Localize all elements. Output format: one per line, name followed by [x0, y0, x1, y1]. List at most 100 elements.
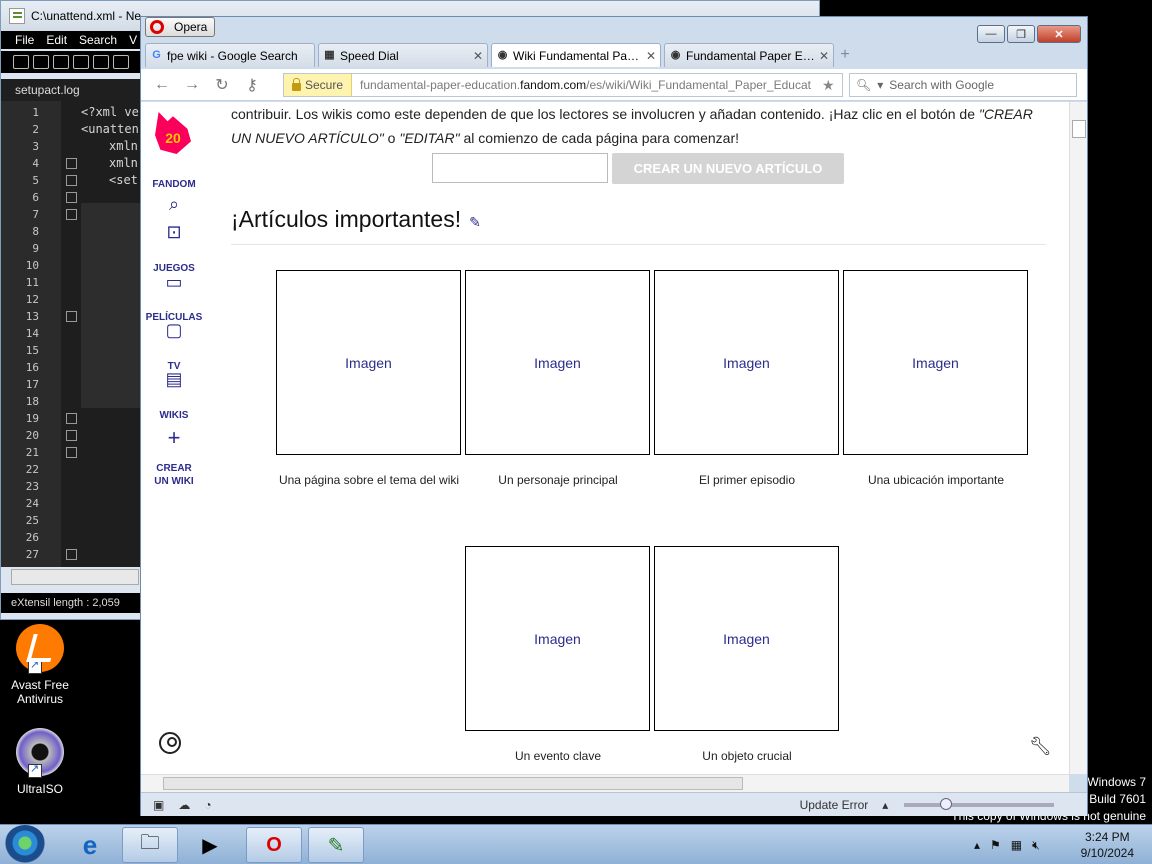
reload-icon[interactable]: ↻ [207, 75, 237, 95]
fold-marker-icon[interactable] [66, 430, 77, 441]
clock[interactable]: 3:24 PM 9/10/2024 [1081, 829, 1134, 861]
zoom-slider-thumb[interactable] [940, 797, 953, 810]
line-number: 25 [25, 514, 39, 527]
close-icon[interactable] [93, 55, 109, 69]
gamepad-icon: ⊡ [166, 222, 182, 242]
rail-wikis-link[interactable]: WIKIS [141, 409, 207, 422]
gallery-image-placeholder[interactable]: Imagen [276, 270, 461, 455]
secure-badge[interactable]: Secure [284, 74, 353, 96]
cloud-icon[interactable]: ☁ [178, 798, 190, 812]
section-heading: ¡Artículos importantes! ✎ [231, 206, 481, 233]
rail-fandom-link[interactable]: FANDOM [141, 178, 207, 191]
tab-close-icon[interactable]: ✕ [646, 49, 656, 63]
volume-muted-icon[interactable]: 🔇︎ [1032, 838, 1040, 853]
gallery-image-placeholder[interactable]: Imagen [465, 546, 650, 731]
desktop-icon-label: Avast Free Antivirus [11, 678, 69, 706]
fold-marker-icon[interactable] [66, 209, 77, 220]
horizontal-scrollbar[interactable] [141, 774, 1069, 792]
zoom-slider[interactable] [904, 797, 1055, 810]
horizontal-scrollbar[interactable] [11, 569, 139, 585]
gallery-image-placeholder[interactable]: Imagen [654, 270, 839, 455]
key-icon[interactable]: ⚷ [237, 75, 267, 95]
code-editor[interactable]: 1 2 3 4 5 6 7 8 9 10 11 12 13 14 15 16 1… [1, 101, 141, 567]
start-button[interactable] [4, 825, 46, 864]
save-icon[interactable] [53, 55, 69, 69]
gallery-image-placeholder[interactable]: Imagen [654, 546, 839, 731]
tray-overflow-icon[interactable]: ▴ [974, 838, 980, 852]
desktop-icon-ultraiso[interactable]: UltraISO [0, 728, 80, 796]
opera-window[interactable]: Opera — ❐ ✕ G fpe wiki - Google Search ▦… [140, 16, 1088, 816]
gallery-image-placeholder[interactable]: Imagen [843, 270, 1028, 455]
file-explorer-icon[interactable]: 🗀 [122, 827, 178, 863]
fold-marker-icon[interactable] [66, 447, 77, 458]
tab-wiki-fundamental[interactable]: ◉ Wiki Fundamental Pap... ✕ [491, 43, 661, 67]
forward-icon[interactable]: → [177, 76, 207, 94]
save-all-icon[interactable] [73, 55, 89, 69]
opera-taskbar-icon[interactable]: O [246, 827, 302, 863]
lock-icon [292, 78, 301, 91]
action-center-flag-icon[interactable]: ⚑ [990, 838, 1001, 852]
wrench-icon[interactable]: 🔧︎ [1029, 736, 1052, 757]
tab-fundamental-paper[interactable]: ◉ Fundamental Paper Ed... ✕ [664, 43, 834, 67]
new-tab-icon[interactable]: + [837, 43, 853, 67]
desktop-icon-avast[interactable]: Avast Free Antivirus [0, 624, 80, 706]
user-icon[interactable] [159, 732, 181, 754]
menu-file[interactable]: File [15, 33, 34, 47]
create-article-input[interactable] [432, 153, 608, 183]
new-file-icon[interactable] [13, 55, 29, 69]
line-number: 2 [32, 123, 39, 136]
line-number: 3 [32, 140, 39, 153]
close-all-icon[interactable] [113, 55, 129, 69]
menu-view[interactable]: V [129, 33, 137, 47]
fold-marker-icon[interactable] [66, 192, 77, 203]
page-viewport[interactable]: 20 FANDOM ⌕ ⊡ JUEGOS ▭ PELÍCULAS ▢ TV ▤ … [141, 102, 1069, 774]
vertical-scrollbar[interactable] [1069, 102, 1087, 774]
speedometer-icon[interactable]: ◔ [204, 798, 211, 812]
opera-menu-button[interactable]: Opera [145, 17, 215, 37]
tab-strip: G fpe wiki - Google Search ▦ Speed Dial … [145, 43, 853, 69]
network-icon[interactable]: ▦ [1011, 838, 1022, 852]
open-folder-icon[interactable] [33, 55, 49, 69]
notepadpp-toolbar [1, 51, 141, 73]
tab-google-search[interactable]: G fpe wiki - Google Search [145, 43, 315, 67]
url-text[interactable]: fundamental-paper-education.fandom.com/e… [352, 78, 822, 92]
gallery-image-placeholder[interactable]: Imagen [465, 270, 650, 455]
tab-close-icon[interactable]: ✕ [819, 49, 829, 63]
tab-close-icon[interactable]: ✕ [473, 49, 483, 63]
scrollbar-thumb[interactable] [1072, 120, 1086, 138]
fold-marker-icon[interactable] [66, 175, 77, 186]
restore-button[interactable]: ❐ [1007, 25, 1035, 43]
bookmark-star-icon[interactable]: ★ [822, 77, 842, 94]
fold-marker-icon[interactable] [66, 311, 77, 322]
status-arrow-icon[interactable]: ▴ [882, 798, 888, 812]
internet-explorer-icon[interactable]: e [62, 827, 118, 863]
menu-search[interactable]: Search [79, 33, 117, 47]
wiki-logo[interactable]: 20 [155, 112, 191, 154]
create-article-button[interactable]: CREAR UN NUEVO ARTÍCULO [612, 153, 844, 184]
address-bar[interactable]: Secure fundamental-paper-education.fando… [283, 73, 843, 97]
fold-marker-icon[interactable] [66, 158, 77, 169]
notepadpp-tab[interactable]: setupact.log [1, 79, 141, 101]
search-icon[interactable]: ⌕ [141, 194, 207, 215]
system-tray: ▴ ⚑ ▦ 🔇︎ 3:24 PM 9/10/2024 [968, 825, 1152, 864]
fold-marker-icon[interactable] [66, 549, 77, 560]
rail-crear-wiki-link[interactable]: CREAR UN WIKI [141, 462, 207, 488]
intro-paragraph: contribuir. Los wikis como este dependen… [231, 102, 1051, 150]
panel-toggle-icon[interactable]: ▣ [153, 798, 164, 812]
code-line: xmln [109, 139, 138, 153]
edit-pencil-icon[interactable]: ✎ [469, 214, 481, 230]
update-status[interactable]: Update Error [800, 798, 869, 812]
media-player-icon[interactable]: ▶ [182, 827, 238, 863]
fold-marker-icon[interactable] [66, 413, 77, 424]
search-engine-dropdown-icon[interactable]: ▾ [877, 78, 883, 92]
tab-speed-dial[interactable]: ▦ Speed Dial ✕ [318, 43, 488, 67]
back-icon[interactable]: ← [147, 76, 177, 94]
notepadpp-menubar: File Edit Search V [1, 31, 141, 49]
notepadpp-taskbar-icon[interactable]: ✎ [308, 827, 364, 863]
search-box[interactable]: 🔍︎ ▾ Search with Google [849, 73, 1077, 97]
minimize-button[interactable]: — [977, 25, 1005, 43]
close-button[interactable]: ✕ [1037, 25, 1081, 43]
menu-edit[interactable]: Edit [46, 33, 67, 47]
scrollbar-thumb[interactable] [163, 777, 743, 790]
line-number: 15 [25, 344, 39, 357]
